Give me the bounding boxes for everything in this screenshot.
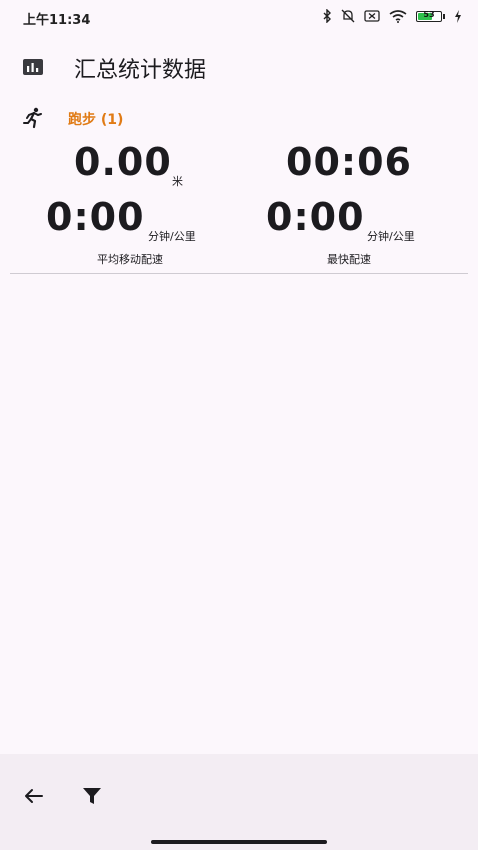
app-header: 汇总统计数据	[0, 44, 478, 92]
home-indicator	[151, 840, 327, 844]
avg-pace-value: 0:00	[46, 195, 145, 239]
activity-header: 跑步 (1)	[0, 104, 478, 132]
bar-chart-icon	[23, 59, 43, 75]
duration-value: 00:06	[286, 140, 412, 184]
best-pace-unit: 分钟/公里	[367, 230, 415, 243]
silent-icon	[341, 9, 355, 23]
battery-level: 53	[423, 9, 435, 19]
running-icon	[23, 107, 42, 129]
divider	[10, 273, 468, 274]
bottom-bar	[0, 754, 478, 850]
status-time: 上午11:34	[23, 13, 91, 28]
avg-pace-label: 平均移动配速	[97, 253, 163, 266]
filter-icon[interactable]	[78, 782, 106, 810]
wifi-icon	[389, 9, 407, 23]
status-icons: 53	[322, 9, 462, 23]
back-button[interactable]	[20, 782, 48, 810]
bluetooth-icon	[323, 9, 331, 23]
sim-off-icon	[364, 10, 380, 22]
charging-icon	[455, 9, 461, 23]
avg-pace-unit: 分钟/公里	[148, 230, 196, 243]
page-title: 汇总统计数据	[74, 58, 207, 83]
best-pace-value: 0:00	[266, 195, 365, 239]
distance-unit: 米	[172, 175, 183, 188]
activity-title: 跑步 (1)	[68, 112, 124, 128]
best-pace-label: 最快配速	[327, 253, 371, 266]
battery-icon: 53	[416, 9, 445, 22]
status-bar: 上午11:34 53	[0, 0, 478, 36]
distance-value: 0.00	[74, 140, 172, 184]
